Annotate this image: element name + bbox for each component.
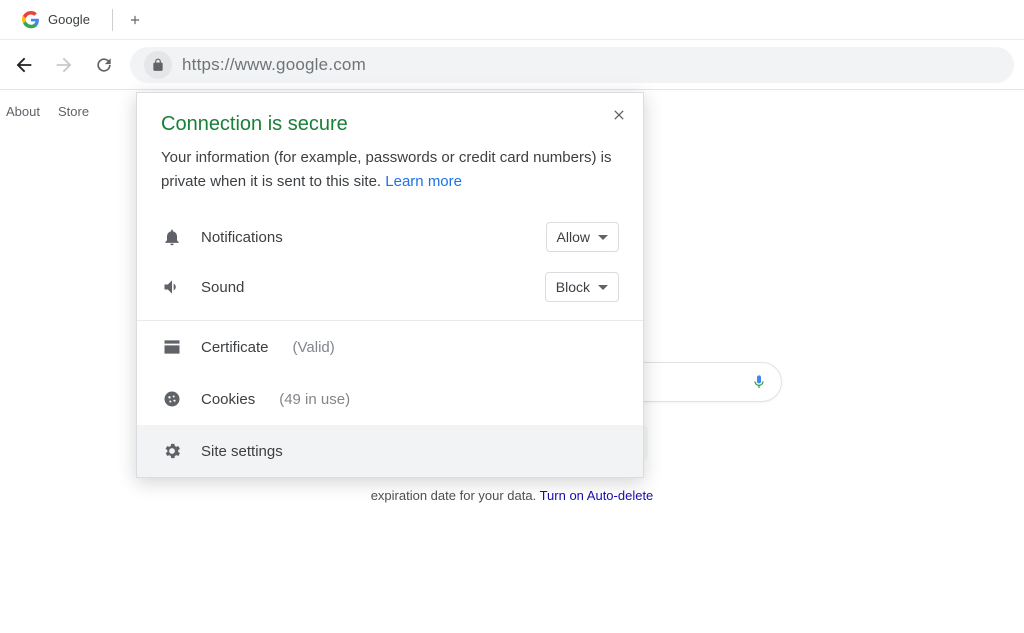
reload-button[interactable] — [90, 51, 118, 79]
cookies-count: (49 in use) — [279, 391, 350, 408]
site-info-button[interactable] — [144, 51, 172, 79]
site-info-popup: Connection is secure Your information (f… — [136, 92, 644, 478]
bell-icon — [161, 227, 183, 247]
mic-icon[interactable] — [751, 371, 767, 393]
tab-divider — [112, 9, 113, 31]
learn-more-link[interactable]: Learn more — [385, 173, 462, 190]
google-favicon-icon — [22, 11, 40, 29]
sound-label: Sound — [201, 279, 527, 296]
sound-select[interactable]: Block — [545, 272, 619, 302]
speaker-icon — [161, 277, 183, 297]
back-button[interactable] — [10, 51, 38, 79]
url-text: https://www.google.com — [182, 55, 366, 75]
new-tab-button[interactable] — [121, 6, 149, 34]
permission-sound: Sound Block — [137, 262, 643, 312]
chevron-down-icon — [598, 285, 608, 290]
notifications-label: Notifications — [201, 229, 528, 246]
top-nav: About Store — [6, 104, 89, 119]
promo-line: expiration date for your data. Turn on A… — [371, 488, 654, 503]
toolbar: https://www.google.com — [0, 40, 1024, 90]
certificate-status: (Valid) — [293, 339, 335, 356]
tab-strip: Google — [0, 0, 1024, 40]
permission-notifications: Notifications Allow — [137, 212, 643, 262]
site-settings-label: Site settings — [201, 443, 283, 460]
certificate-icon — [161, 337, 183, 357]
close-button[interactable] — [605, 101, 633, 129]
popup-title: Connection is secure — [137, 93, 643, 146]
promo-link[interactable]: Turn on Auto-delete — [540, 488, 654, 503]
notifications-value: Allow — [557, 229, 590, 245]
browser-tab[interactable]: Google — [8, 4, 104, 36]
tab-title: Google — [48, 12, 90, 27]
promo-tail: expiration date for your data. — [371, 488, 540, 503]
site-settings-row[interactable]: Site settings — [137, 425, 643, 477]
forward-button[interactable] — [50, 51, 78, 79]
popup-description: Your information (for example, passwords… — [137, 146, 643, 212]
certificate-row[interactable]: Certificate (Valid) — [137, 321, 643, 373]
nav-store[interactable]: Store — [58, 104, 89, 119]
sound-value: Block — [556, 279, 590, 295]
cookies-label: Cookies — [201, 391, 255, 408]
gear-icon — [161, 441, 183, 461]
address-bar[interactable]: https://www.google.com — [130, 47, 1014, 83]
notifications-select[interactable]: Allow — [546, 222, 619, 252]
lock-icon — [151, 58, 165, 72]
cookie-icon — [161, 389, 183, 409]
chevron-down-icon — [598, 235, 608, 240]
cookies-row[interactable]: Cookies (49 in use) — [137, 373, 643, 425]
certificate-label: Certificate — [201, 339, 269, 356]
nav-about[interactable]: About — [6, 104, 40, 119]
close-icon — [611, 107, 627, 123]
